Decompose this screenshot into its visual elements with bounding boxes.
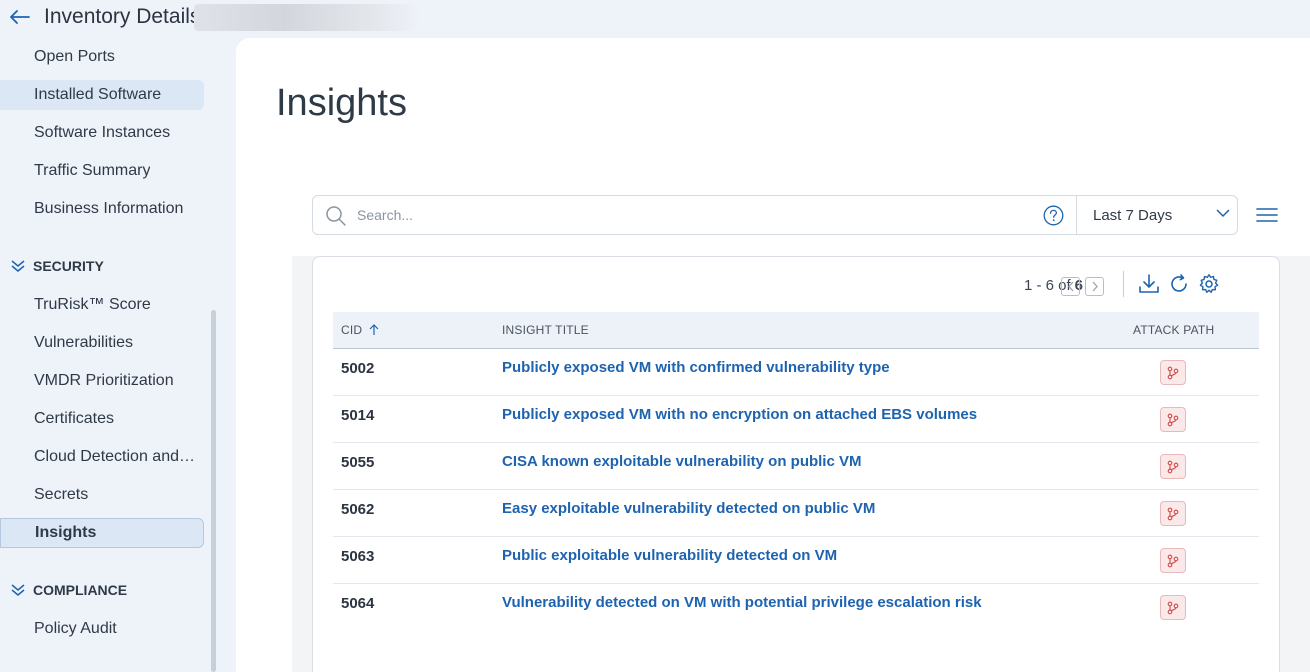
- double-chevron-down-icon: [11, 260, 25, 272]
- back-button[interactable]: [9, 6, 31, 28]
- date-range-select[interactable]: Last 7 Days: [1076, 196, 1238, 234]
- attack-path-icon: [1167, 601, 1179, 614]
- prev-page-button[interactable]: [1061, 277, 1080, 296]
- next-page-button[interactable]: [1085, 277, 1104, 296]
- table-row: 5063 Public exploitable vulnerability de…: [333, 537, 1259, 584]
- sidebar-section-compliance[interactable]: COMPLIANCE: [10, 580, 127, 600]
- download-icon[interactable]: [1138, 273, 1160, 295]
- cell-cid: 5062: [341, 501, 375, 518]
- sidebar-item-policy-audit[interactable]: Policy Audit: [0, 614, 204, 644]
- attack-path-button[interactable]: [1160, 548, 1186, 573]
- attack-path-icon: [1167, 413, 1179, 426]
- page-title: Insights: [276, 82, 407, 124]
- insight-title-link[interactable]: CISA known exploitable vulnerability on …: [502, 453, 862, 470]
- cell-cid: 5014: [341, 407, 375, 424]
- sidebar-item-certificates[interactable]: Certificates: [0, 404, 204, 434]
- refresh-icon[interactable]: [1168, 273, 1190, 295]
- column-header-cid[interactable]: CID: [341, 323, 380, 337]
- toolbar-divider: [1123, 271, 1124, 297]
- cell-cid: 5063: [341, 548, 375, 565]
- cell-cid: 5055: [341, 454, 375, 471]
- attack-path-button[interactable]: [1160, 595, 1186, 620]
- insight-title-link[interactable]: Publicly exposed VM with no encryption o…: [502, 406, 977, 423]
- insight-title-link[interactable]: Vulnerability detected on VM with potent…: [502, 594, 982, 611]
- cell-cid: 5064: [341, 595, 375, 612]
- gear-icon[interactable]: [1198, 273, 1220, 295]
- top-bar: Inventory Details:: [0, 0, 1310, 38]
- search-bar: Last 7 Days: [312, 195, 1238, 235]
- table-row: 5064 Vulnerability detected on VM with p…: [333, 584, 1259, 631]
- sidebar: Open Ports Installed Software Software I…: [0, 38, 236, 672]
- attack-path-icon: [1167, 366, 1179, 379]
- column-header-insight-title[interactable]: INSIGHT TITLE: [502, 323, 589, 337]
- column-header-attack-path[interactable]: ATTACK PATH: [1133, 323, 1214, 337]
- attack-path-button[interactable]: [1160, 360, 1186, 385]
- insights-table: CID INSIGHT TITLE ATTACK PATH 5002 Publi…: [333, 312, 1259, 631]
- insight-title-link[interactable]: Easy exploitable vulnerability detected …: [502, 500, 875, 517]
- sidebar-item-installed-software[interactable]: Installed Software: [0, 80, 204, 110]
- sidebar-scrollbar[interactable]: [211, 310, 216, 672]
- page-header-title: Inventory Details:: [44, 5, 207, 28]
- search-input[interactable]: [357, 204, 1027, 226]
- sidebar-section-security[interactable]: SECURITY: [10, 256, 104, 276]
- sidebar-item-traffic-summary[interactable]: Traffic Summary: [0, 156, 204, 186]
- chevron-down-icon: [1216, 209, 1230, 218]
- sidebar-item-software-instances[interactable]: Software Instances: [0, 118, 204, 148]
- attack-path-button[interactable]: [1160, 407, 1186, 432]
- insight-title-link[interactable]: Publicly exposed VM with confirmed vulne…: [502, 359, 890, 376]
- table-header: CID INSIGHT TITLE ATTACK PATH: [333, 312, 1259, 349]
- sidebar-item-vmdr-prioritization[interactable]: VMDR Prioritization: [0, 366, 204, 396]
- sidebar-item-business-information[interactable]: Business Information: [0, 194, 204, 224]
- main-panel: Insights Last 7 Days 1 - 6 of6: [236, 38, 1310, 672]
- attack-path-icon: [1167, 554, 1179, 567]
- insights-card: 1 - 6 of 6 CID INSIGHT TITLE ATTACK PATH…: [312, 256, 1280, 672]
- sidebar-item-cloud-detection[interactable]: Cloud Detection and Response: [0, 442, 204, 472]
- chevron-right-icon: [1092, 281, 1098, 292]
- back-arrow-icon: [10, 10, 30, 24]
- insight-title-link[interactable]: Public exploitable vulnerability detecte…: [502, 547, 837, 564]
- attack-path-button[interactable]: [1160, 454, 1186, 479]
- sidebar-item-secrets[interactable]: Secrets: [0, 480, 204, 510]
- table-row: 5062 Easy exploitable vulnerability dete…: [333, 490, 1259, 537]
- table-row: 5055 CISA known exploitable vulnerabilit…: [333, 443, 1259, 490]
- cell-cid: 5002: [341, 360, 375, 377]
- hamburger-menu-icon[interactable]: [1256, 207, 1278, 223]
- help-icon[interactable]: [1043, 205, 1064, 226]
- sidebar-item-open-ports[interactable]: Open Ports: [0, 42, 204, 72]
- double-chevron-down-icon: [11, 584, 25, 596]
- attack-path-button[interactable]: [1160, 501, 1186, 526]
- sort-ascending-icon: [369, 324, 379, 335]
- table-row: 5014 Publicly exposed VM with no encrypt…: [333, 396, 1259, 443]
- table-row: 5002 Publicly exposed VM with confirmed …: [333, 349, 1259, 396]
- table-toolbar: 1 - 6 of 6: [879, 270, 1279, 300]
- attack-path-icon: [1167, 507, 1179, 520]
- chevron-left-icon: [1067, 281, 1073, 292]
- sidebar-item-insights[interactable]: Insights: [0, 518, 204, 548]
- attack-path-icon: [1167, 460, 1179, 473]
- sidebar-item-trurisk-score[interactable]: TruRisk™ Score: [0, 290, 204, 320]
- redacted-asset-name: [194, 4, 420, 31]
- search-icon: [326, 206, 346, 226]
- sidebar-item-vulnerabilities[interactable]: Vulnerabilities: [0, 328, 204, 358]
